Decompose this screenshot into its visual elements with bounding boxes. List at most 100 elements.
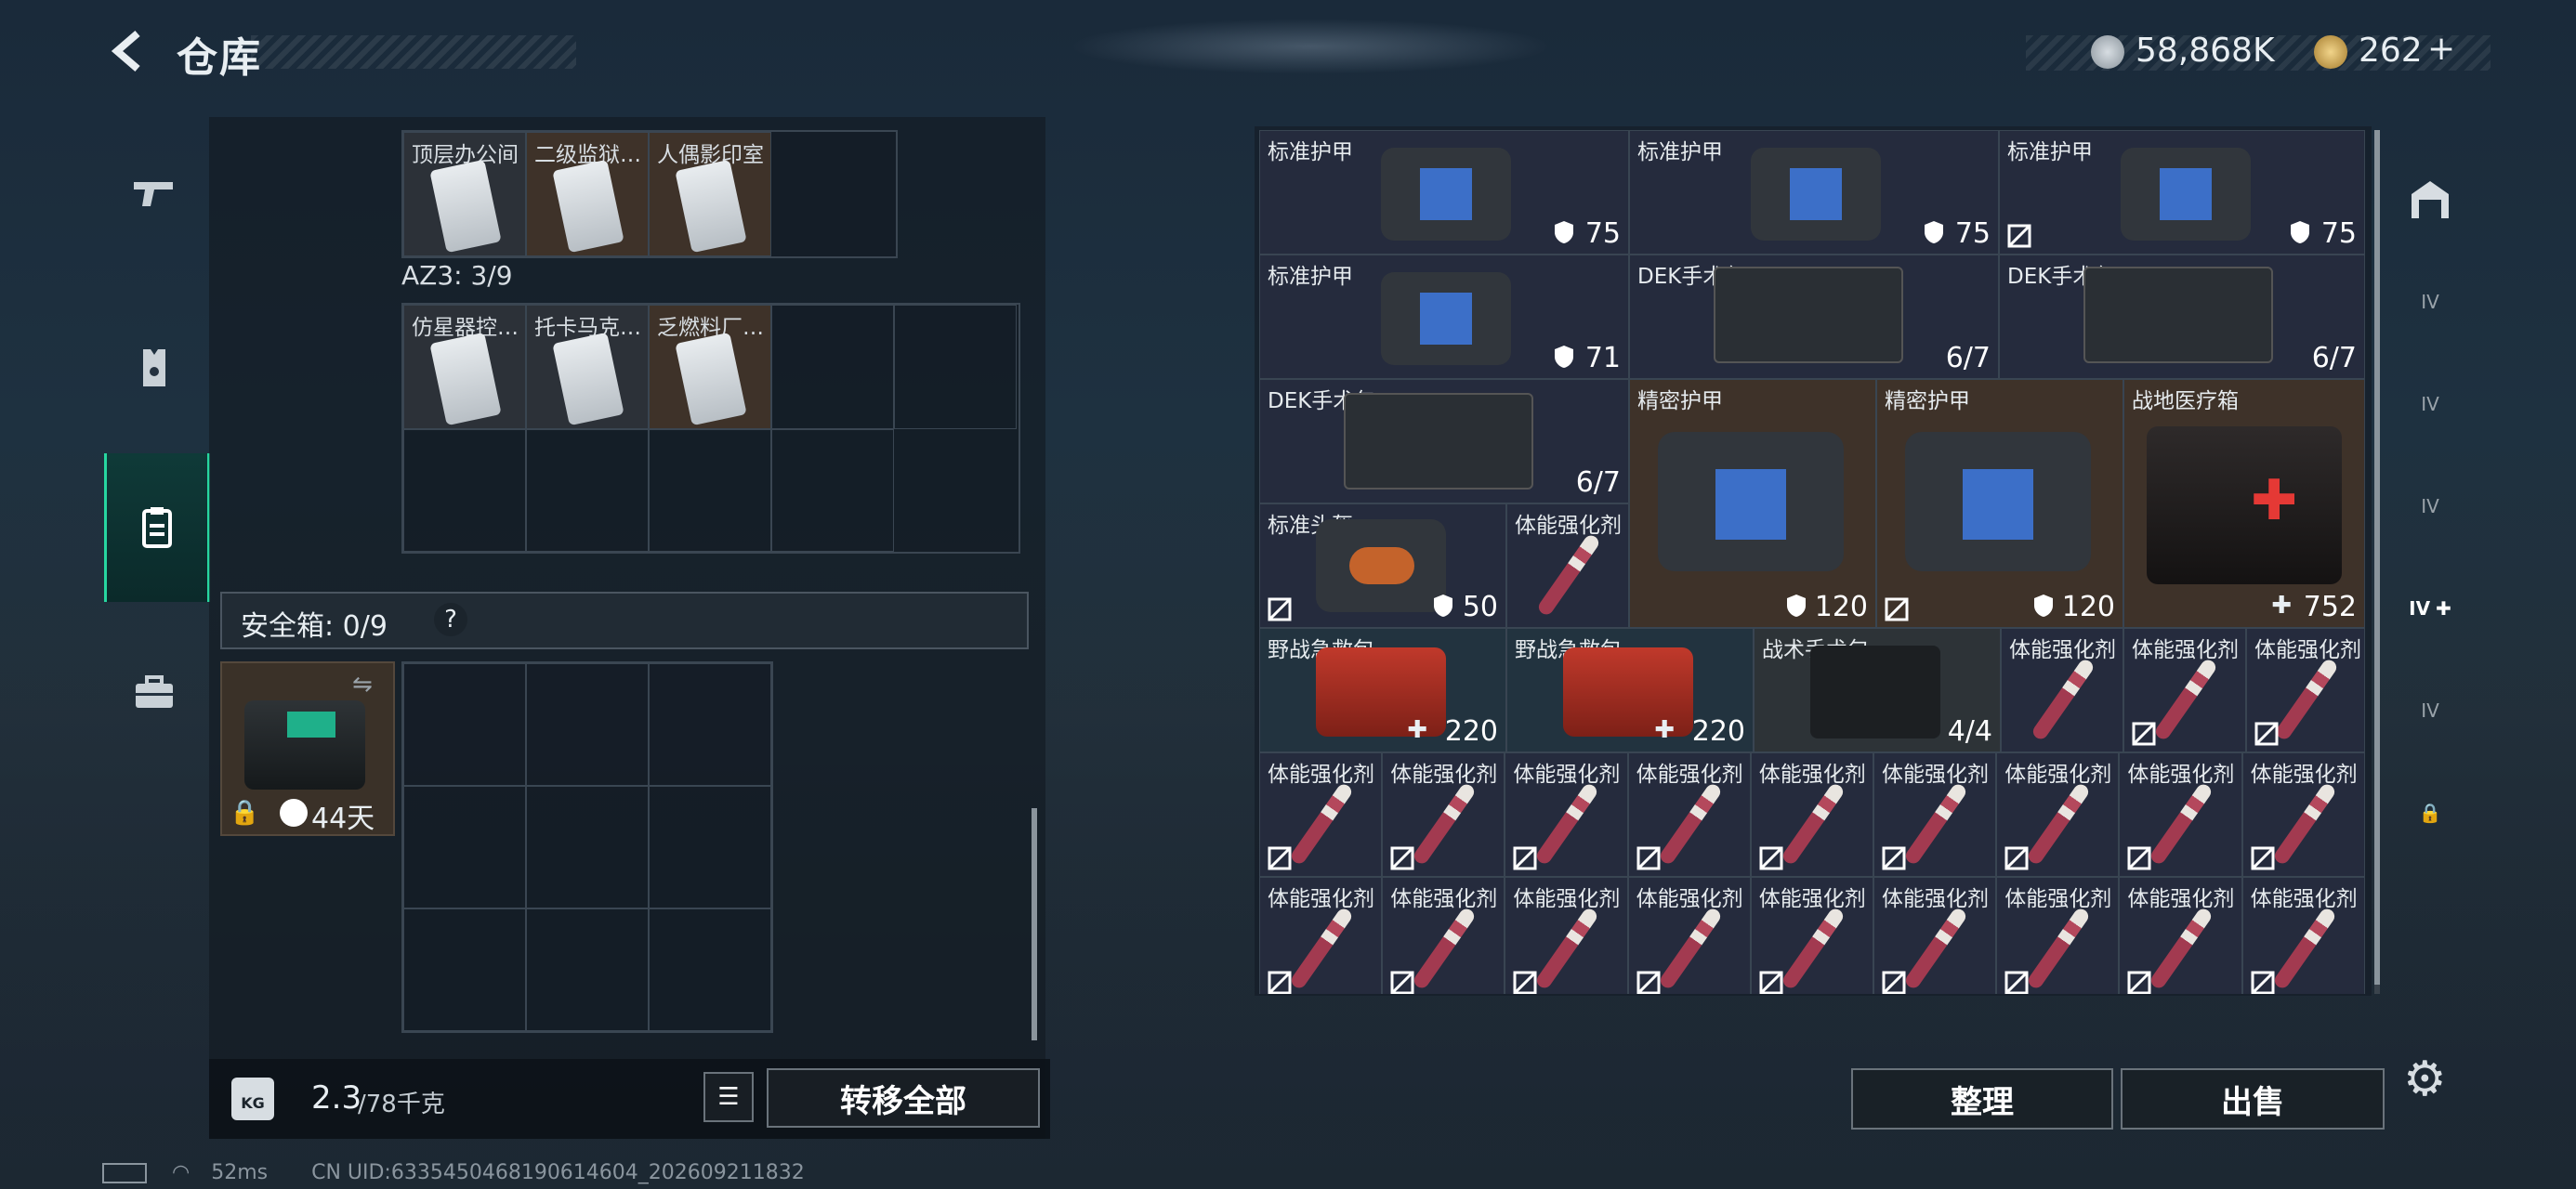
keycard-slot[interactable]: 顶层办公间 xyxy=(403,132,526,256)
case-latch xyxy=(287,712,335,738)
item-dek-surgical-kit[interactable]: DEK手术包 6/7 xyxy=(1999,255,2365,379)
syringe-icon xyxy=(1534,781,1600,867)
empty-slot[interactable] xyxy=(649,908,771,1031)
item-name: 体能强化剂 xyxy=(2004,887,2112,911)
item-standard-armor[interactable]: 标准护甲 75 xyxy=(1259,130,1629,255)
item-stim[interactable]: 体能强化剂 xyxy=(2246,628,2365,752)
item-name: 体能强化剂 xyxy=(2009,638,2116,662)
item-stim[interactable]: 体能强化剂 xyxy=(1627,877,1751,994)
tab-storage-page-2[interactable]: IV xyxy=(2388,353,2472,455)
item-name: 体能强化剂 xyxy=(2250,763,2358,787)
item-stim[interactable]: 体能强化剂 xyxy=(1996,877,2120,994)
tab-consumables[interactable] xyxy=(104,453,210,602)
empty-slot[interactable] xyxy=(649,786,771,908)
empty-slot[interactable] xyxy=(526,786,649,908)
keycard-slot[interactable]: 人偶影印室 xyxy=(649,132,771,256)
empty-slot[interactable] xyxy=(526,908,649,1031)
tab-storage-page-4[interactable]: IV ✚ xyxy=(2388,557,2472,660)
tab-armor[interactable] xyxy=(104,294,204,442)
empty-slot[interactable] xyxy=(526,663,649,786)
locked-tab[interactable]: 🔒 xyxy=(2388,762,2472,864)
gold-add-button[interactable]: + xyxy=(2427,30,2455,68)
item-stim[interactable]: 体能强化剂 xyxy=(2123,628,2246,752)
empty-slot[interactable] xyxy=(649,663,771,786)
empty-slot[interactable] xyxy=(894,305,1017,429)
tab-storage-page-1[interactable]: IV xyxy=(2388,251,2472,353)
weight-bar: KG 2.3 /78千克 ☰ 转移全部 xyxy=(209,1059,1050,1139)
keycard-slot[interactable]: 二级监狱… xyxy=(526,132,649,256)
item-standard-helmet[interactable]: 标准头盔 50 xyxy=(1259,503,1506,628)
item-stim[interactable]: 体能强化剂 xyxy=(1505,752,1628,877)
empty-slot[interactable] xyxy=(771,305,894,429)
item-stim[interactable]: 体能强化剂 xyxy=(1259,752,1383,877)
keycard-icon xyxy=(675,159,747,254)
left-scrollbar[interactable] xyxy=(1032,808,1037,1040)
item-stim[interactable]: 体能强化剂 xyxy=(2119,752,2242,877)
item-dek-surgical-kit[interactable]: DEK手术包 6/7 xyxy=(1259,379,1629,503)
item-standard-armor[interactable]: 标准护甲 75 xyxy=(1629,130,1999,255)
empty-slot[interactable] xyxy=(771,429,894,552)
keycard-slot[interactable]: 托卡马克… xyxy=(526,305,649,429)
item-tactical-surgical-kit[interactable]: 战术手术包 4/4 xyxy=(1754,628,2001,752)
tab-cases[interactable] xyxy=(104,619,204,767)
safe-case-slot[interactable]: ⇋ 🔒 44天 xyxy=(220,661,395,836)
item-name: 标准护甲 xyxy=(2007,140,2093,164)
empty-slot[interactable] xyxy=(403,429,526,552)
empty-slot[interactable] xyxy=(526,429,649,552)
item-stim[interactable]: 体能强化剂 xyxy=(2241,877,2365,994)
heal-value: 220 xyxy=(1691,715,1745,748)
item-stim[interactable]: 体能强化剂 xyxy=(2001,628,2123,752)
item-stim[interactable]: 体能强化剂 xyxy=(2119,877,2242,994)
sell-button[interactable]: 出售 xyxy=(2121,1068,2385,1130)
item-stim[interactable]: 体能强化剂 xyxy=(1506,503,1629,628)
item-stim[interactable]: 体能强化剂 xyxy=(1382,877,1505,994)
list-view-button[interactable]: ☰ xyxy=(703,1072,754,1122)
help-button[interactable]: ? xyxy=(434,603,467,636)
uses-value: 4/4 xyxy=(1947,715,1992,748)
item-stim[interactable]: 体能强化剂 xyxy=(1873,877,1997,994)
item-dek-surgical-kit[interactable]: DEK手术包 6/7 xyxy=(1629,255,1999,379)
no-repair-icon xyxy=(2254,722,2279,746)
durability-value: 75 xyxy=(1584,217,1621,250)
item-field-first-aid-kit[interactable]: 野战急救包 ✚ 220 xyxy=(1259,628,1506,752)
heal-value: 752 xyxy=(2303,591,2357,623)
medical-box-icon: ✚ xyxy=(2147,426,2342,584)
item-stim[interactable]: 体能强化剂 xyxy=(1382,752,1505,877)
item-standard-armor[interactable]: 标准护甲 71 xyxy=(1259,255,1629,379)
tab-storage-page-3[interactable]: IV xyxy=(2388,455,2472,557)
empty-slot[interactable] xyxy=(403,908,526,1031)
tab-all-storage[interactable] xyxy=(2388,149,2472,251)
settings-gear-icon[interactable]: ⚙ xyxy=(2403,1052,2447,1107)
item-precision-armor[interactable]: 精密护甲 120 xyxy=(1876,379,2123,628)
keycard-slot[interactable]: 乏燃料厂… xyxy=(649,305,771,429)
item-precision-armor[interactable]: 精密护甲 120 xyxy=(1629,379,1876,628)
red-cross-icon: ✚ xyxy=(2251,468,2298,533)
empty-slot[interactable] xyxy=(649,429,771,552)
item-field-medical-box[interactable]: 战地医疗箱 ✚ ✚ 752 xyxy=(2123,379,2365,628)
item-stim[interactable]: 体能强化剂 xyxy=(2241,752,2365,877)
item-field-first-aid-kit[interactable]: 野战急救包 ✚ 220 xyxy=(1506,628,1754,752)
item-stim[interactable]: 体能强化剂 xyxy=(1750,752,1873,877)
storage-scrollbar[interactable] xyxy=(2374,130,2380,985)
empty-slot[interactable] xyxy=(403,786,526,908)
item-stim[interactable]: 体能强化剂 xyxy=(1259,877,1383,994)
armor-plate xyxy=(1790,168,1842,220)
item-name: 体能强化剂 xyxy=(1758,763,1866,787)
item-stim[interactable]: 体能强化剂 xyxy=(1996,752,2120,877)
tab-weapons[interactable] xyxy=(104,117,204,266)
item-standard-armor[interactable]: 标准护甲 75 xyxy=(1999,130,2365,255)
sort-button[interactable]: 整理 xyxy=(1851,1068,2113,1130)
empty-slot[interactable] xyxy=(403,663,526,786)
armor-plate xyxy=(1963,469,2033,540)
item-stim[interactable]: 体能强化剂 xyxy=(1750,877,1873,994)
item-stim[interactable]: 体能强化剂 xyxy=(1873,752,1997,877)
keycard-slot[interactable]: 仿星器控… xyxy=(403,305,526,429)
item-stim[interactable]: 体能强化剂 xyxy=(1627,752,1751,877)
item-stim[interactable]: 体能强化剂 xyxy=(1505,877,1628,994)
tab-storage-page-5[interactable]: IV xyxy=(2388,660,2472,762)
syringe-icon xyxy=(1288,781,1355,867)
no-repair-icon xyxy=(2004,846,2029,870)
transfer-all-button[interactable]: 转移全部 xyxy=(767,1068,1040,1128)
durability-value: 75 xyxy=(2320,217,2357,250)
back-button[interactable] xyxy=(104,28,151,74)
